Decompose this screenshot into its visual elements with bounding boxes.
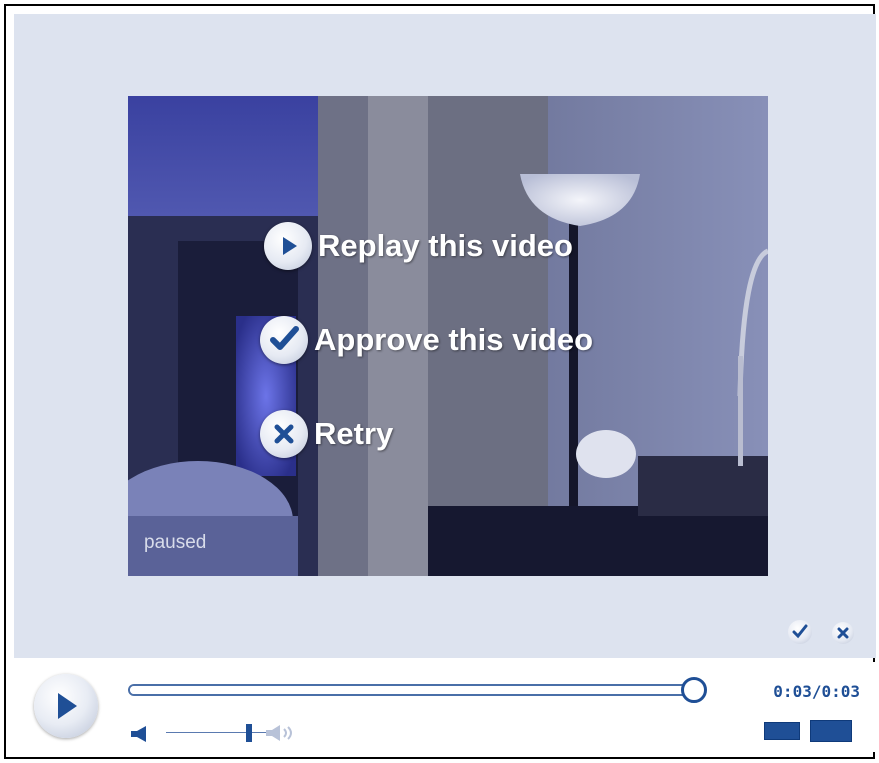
retry-mini-button[interactable]: [832, 622, 854, 644]
video-stage: Replay this video Approve this video Ret…: [14, 14, 876, 658]
full-size-button[interactable]: [810, 720, 852, 742]
volume-thumb[interactable]: [246, 724, 252, 742]
approve-video-label: Approve this video: [314, 322, 594, 357]
seek-progress: [130, 686, 694, 694]
playback-status-text: paused: [144, 532, 207, 553]
volume-slider[interactable]: [166, 732, 270, 733]
checkmark-icon: [792, 624, 808, 639]
checkmark-icon: [260, 316, 308, 364]
retry-label: Retry: [314, 416, 394, 451]
approve-video-button[interactable]: Approve this video: [260, 316, 593, 364]
speaker-icon[interactable]: [130, 726, 154, 742]
x-icon: [260, 410, 308, 458]
speaker-loud-icon[interactable]: [264, 724, 308, 742]
approve-mini-button[interactable]: [788, 620, 812, 644]
replay-video-button[interactable]: Replay this video: [264, 222, 573, 270]
seek-thumb[interactable]: [681, 677, 707, 703]
x-icon: [837, 627, 849, 639]
video-display[interactable]: Replay this video Approve this video Ret…: [128, 96, 768, 576]
play-icon: [58, 693, 77, 719]
retry-button[interactable]: Retry: [260, 410, 393, 458]
play-icon: [264, 222, 312, 270]
normal-size-button[interactable]: [764, 722, 800, 740]
play-button[interactable]: [34, 674, 98, 738]
seek-bar[interactable]: [128, 677, 707, 703]
control-bar: 0:03/0:03: [14, 662, 876, 752]
replay-video-label: Replay this video: [318, 228, 573, 263]
time-display: 0:03/0:03: [773, 682, 860, 701]
